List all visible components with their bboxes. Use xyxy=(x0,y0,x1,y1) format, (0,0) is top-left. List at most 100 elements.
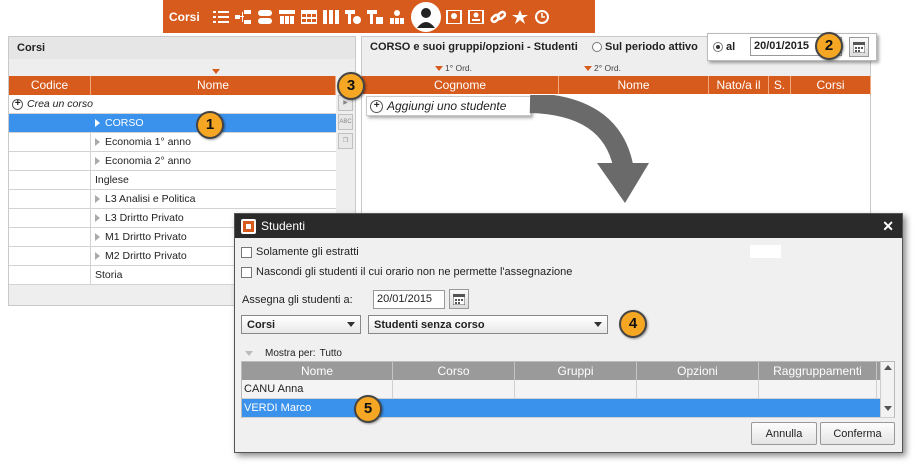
col-codice[interactable]: Codice xyxy=(9,76,91,95)
col-nome[interactable]: Nome xyxy=(91,76,336,95)
students-table-header: Cognome Nome Nato/a il S. Corsi xyxy=(362,76,871,95)
col-cognome[interactable]: Cognome xyxy=(362,76,559,95)
clock-person-icon[interactable] xyxy=(534,8,551,25)
course-name: L3 Analisi e Politica xyxy=(105,193,196,205)
show-by-value: Tutto xyxy=(319,348,342,359)
add-student-label: Aggiungi uno studente xyxy=(387,99,507,113)
col-sesso[interactable]: S. xyxy=(769,76,791,95)
course-row[interactable]: L3 Analisi e Politica xyxy=(9,190,336,209)
col-nome[interactable]: Nome xyxy=(242,362,393,380)
course-row[interactable]: CORSO xyxy=(9,114,336,133)
course-row[interactable]: Economia 2° anno xyxy=(9,152,336,171)
show-by-row[interactable]: Mostra per: Tutto xyxy=(245,348,342,359)
course-name: M1 Drirtto Privato xyxy=(105,231,187,243)
course-name: Storia xyxy=(95,269,123,281)
type-select-value: Corsi xyxy=(247,318,276,331)
course-name: Economia 2° anno xyxy=(105,155,191,167)
portrait-icon[interactable] xyxy=(446,8,463,25)
col-corsi[interactable]: Corsi xyxy=(791,76,871,95)
plus-icon: + xyxy=(12,98,23,110)
group-tree-icon[interactable] xyxy=(279,8,296,25)
tree-icon[interactable] xyxy=(235,8,252,25)
radio-selected-icon[interactable] xyxy=(713,42,723,52)
sort-second-label: 2° Ord. xyxy=(584,63,621,73)
students-panel-title: CORSO e suoi gruppi/opzioni - Studenti xyxy=(370,41,578,53)
callout-badge: 5 xyxy=(354,395,382,423)
course-row[interactable]: Economia 1° anno xyxy=(9,133,336,152)
grid-icon[interactable] xyxy=(301,8,318,25)
callout-badge: 1 xyxy=(196,111,224,139)
type-select[interactable]: Corsi xyxy=(241,315,361,334)
cancel-button[interactable]: Annulla xyxy=(751,422,817,445)
radio-active-period[interactable]: Sul periodo attivo xyxy=(592,41,698,53)
chevron-down-icon xyxy=(347,322,355,327)
checkbox-icon[interactable] xyxy=(241,246,252,258)
expand-arrow-icon[interactable] xyxy=(95,233,100,241)
side-tool-strip: ▶ ABC ❐ xyxy=(338,95,355,215)
dialog-titlebar: Studenti ✕ xyxy=(235,214,902,238)
copy-icon[interactable]: ❐ xyxy=(338,133,353,149)
col-nato-il[interactable]: Nato/a il xyxy=(709,76,769,95)
chevron-down-icon[interactable] xyxy=(245,351,253,356)
course-row[interactable]: Inglese xyxy=(9,171,336,190)
toolbar-title: Corsi xyxy=(169,9,200,24)
table-row[interactable]: VERDI Marco xyxy=(242,399,894,418)
expand-arrow-icon[interactable] xyxy=(95,119,100,127)
scroll-up-icon[interactable] xyxy=(883,365,892,370)
confirm-button[interactable]: Conferma xyxy=(820,422,895,445)
assign-label: Assegna gli studenti a: xyxy=(242,294,353,306)
sort-indicator xyxy=(212,69,220,74)
link-icon[interactable] xyxy=(490,8,507,25)
radio-icon[interactable] xyxy=(592,42,602,52)
close-icon[interactable]: ✕ xyxy=(882,218,894,235)
students-dialog: Studenti ✕ Solamente gli estratti Nascon… xyxy=(234,213,903,453)
main-toolbar: Corsi xyxy=(163,0,595,33)
expand-arrow-icon[interactable] xyxy=(95,157,100,165)
student-icon[interactable] xyxy=(410,1,441,32)
filter-select[interactable]: Studenti senza corso xyxy=(368,315,608,334)
callout-badge: 2 xyxy=(815,32,843,60)
calendar-icon[interactable] xyxy=(449,289,469,309)
assign-date-input[interactable]: 20/01/2015 xyxy=(373,290,445,309)
callout-badge: 4 xyxy=(619,310,647,338)
star-icon[interactable] xyxy=(512,8,529,25)
col-nome[interactable]: Nome xyxy=(559,76,709,95)
course-name: L3 Drirtto Privato xyxy=(105,212,184,224)
list-icon[interactable] xyxy=(213,8,230,25)
people-tree-icon[interactable] xyxy=(389,8,406,25)
dialog-title: Studenti xyxy=(261,219,306,233)
hide-students-checkbox[interactable]: Nascondi gli studenti il cui orario non … xyxy=(241,266,572,278)
radio-al[interactable]: al xyxy=(713,41,735,53)
clock-tree-icon[interactable] xyxy=(345,8,362,25)
callout-badge: 3 xyxy=(337,72,365,100)
add-student-button[interactable]: + Aggiungi uno studente xyxy=(366,96,531,116)
col-corso[interactable]: Corso xyxy=(393,362,515,380)
tree-x-icon[interactable] xyxy=(367,8,384,25)
scroll-down-icon[interactable] xyxy=(883,406,892,411)
expand-arrow-icon[interactable] xyxy=(95,252,100,260)
courses-table-header: Codice Nome xyxy=(9,76,336,95)
portrait-list-icon[interactable] xyxy=(468,8,485,25)
table-row[interactable]: CANU Anna xyxy=(242,380,894,399)
checkbox-icon[interactable] xyxy=(241,266,252,278)
expand-arrow-icon[interactable] xyxy=(95,195,100,203)
scrollbar[interactable] xyxy=(880,362,894,417)
columns-icon[interactable] xyxy=(323,8,340,25)
expand-arrow-icon[interactable] xyxy=(95,138,100,146)
only-extracted-label: Solamente gli estratti xyxy=(256,246,359,258)
only-extracted-checkbox[interactable]: Solamente gli estratti xyxy=(241,246,359,258)
calendar-icon[interactable] xyxy=(849,37,869,57)
create-course-label: Crea un corso xyxy=(27,98,93,110)
curved-arrow-icon xyxy=(529,95,649,203)
course-name: CORSO xyxy=(105,117,144,129)
col-gruppi[interactable]: Gruppi xyxy=(515,362,637,380)
course-name: Inglese xyxy=(95,174,129,186)
create-course-row[interactable]: + Crea un corso xyxy=(9,95,336,114)
show-by-label: Mostra per: xyxy=(265,348,316,359)
expand-arrow-icon[interactable] xyxy=(95,214,100,222)
stack-icon[interactable] xyxy=(257,8,274,25)
sort-abc-icon[interactable]: ABC xyxy=(338,114,353,130)
col-raggruppamenti[interactable]: Raggruppamenti xyxy=(759,362,877,380)
blank-field xyxy=(750,245,781,258)
col-opzioni[interactable]: Opzioni xyxy=(637,362,759,380)
